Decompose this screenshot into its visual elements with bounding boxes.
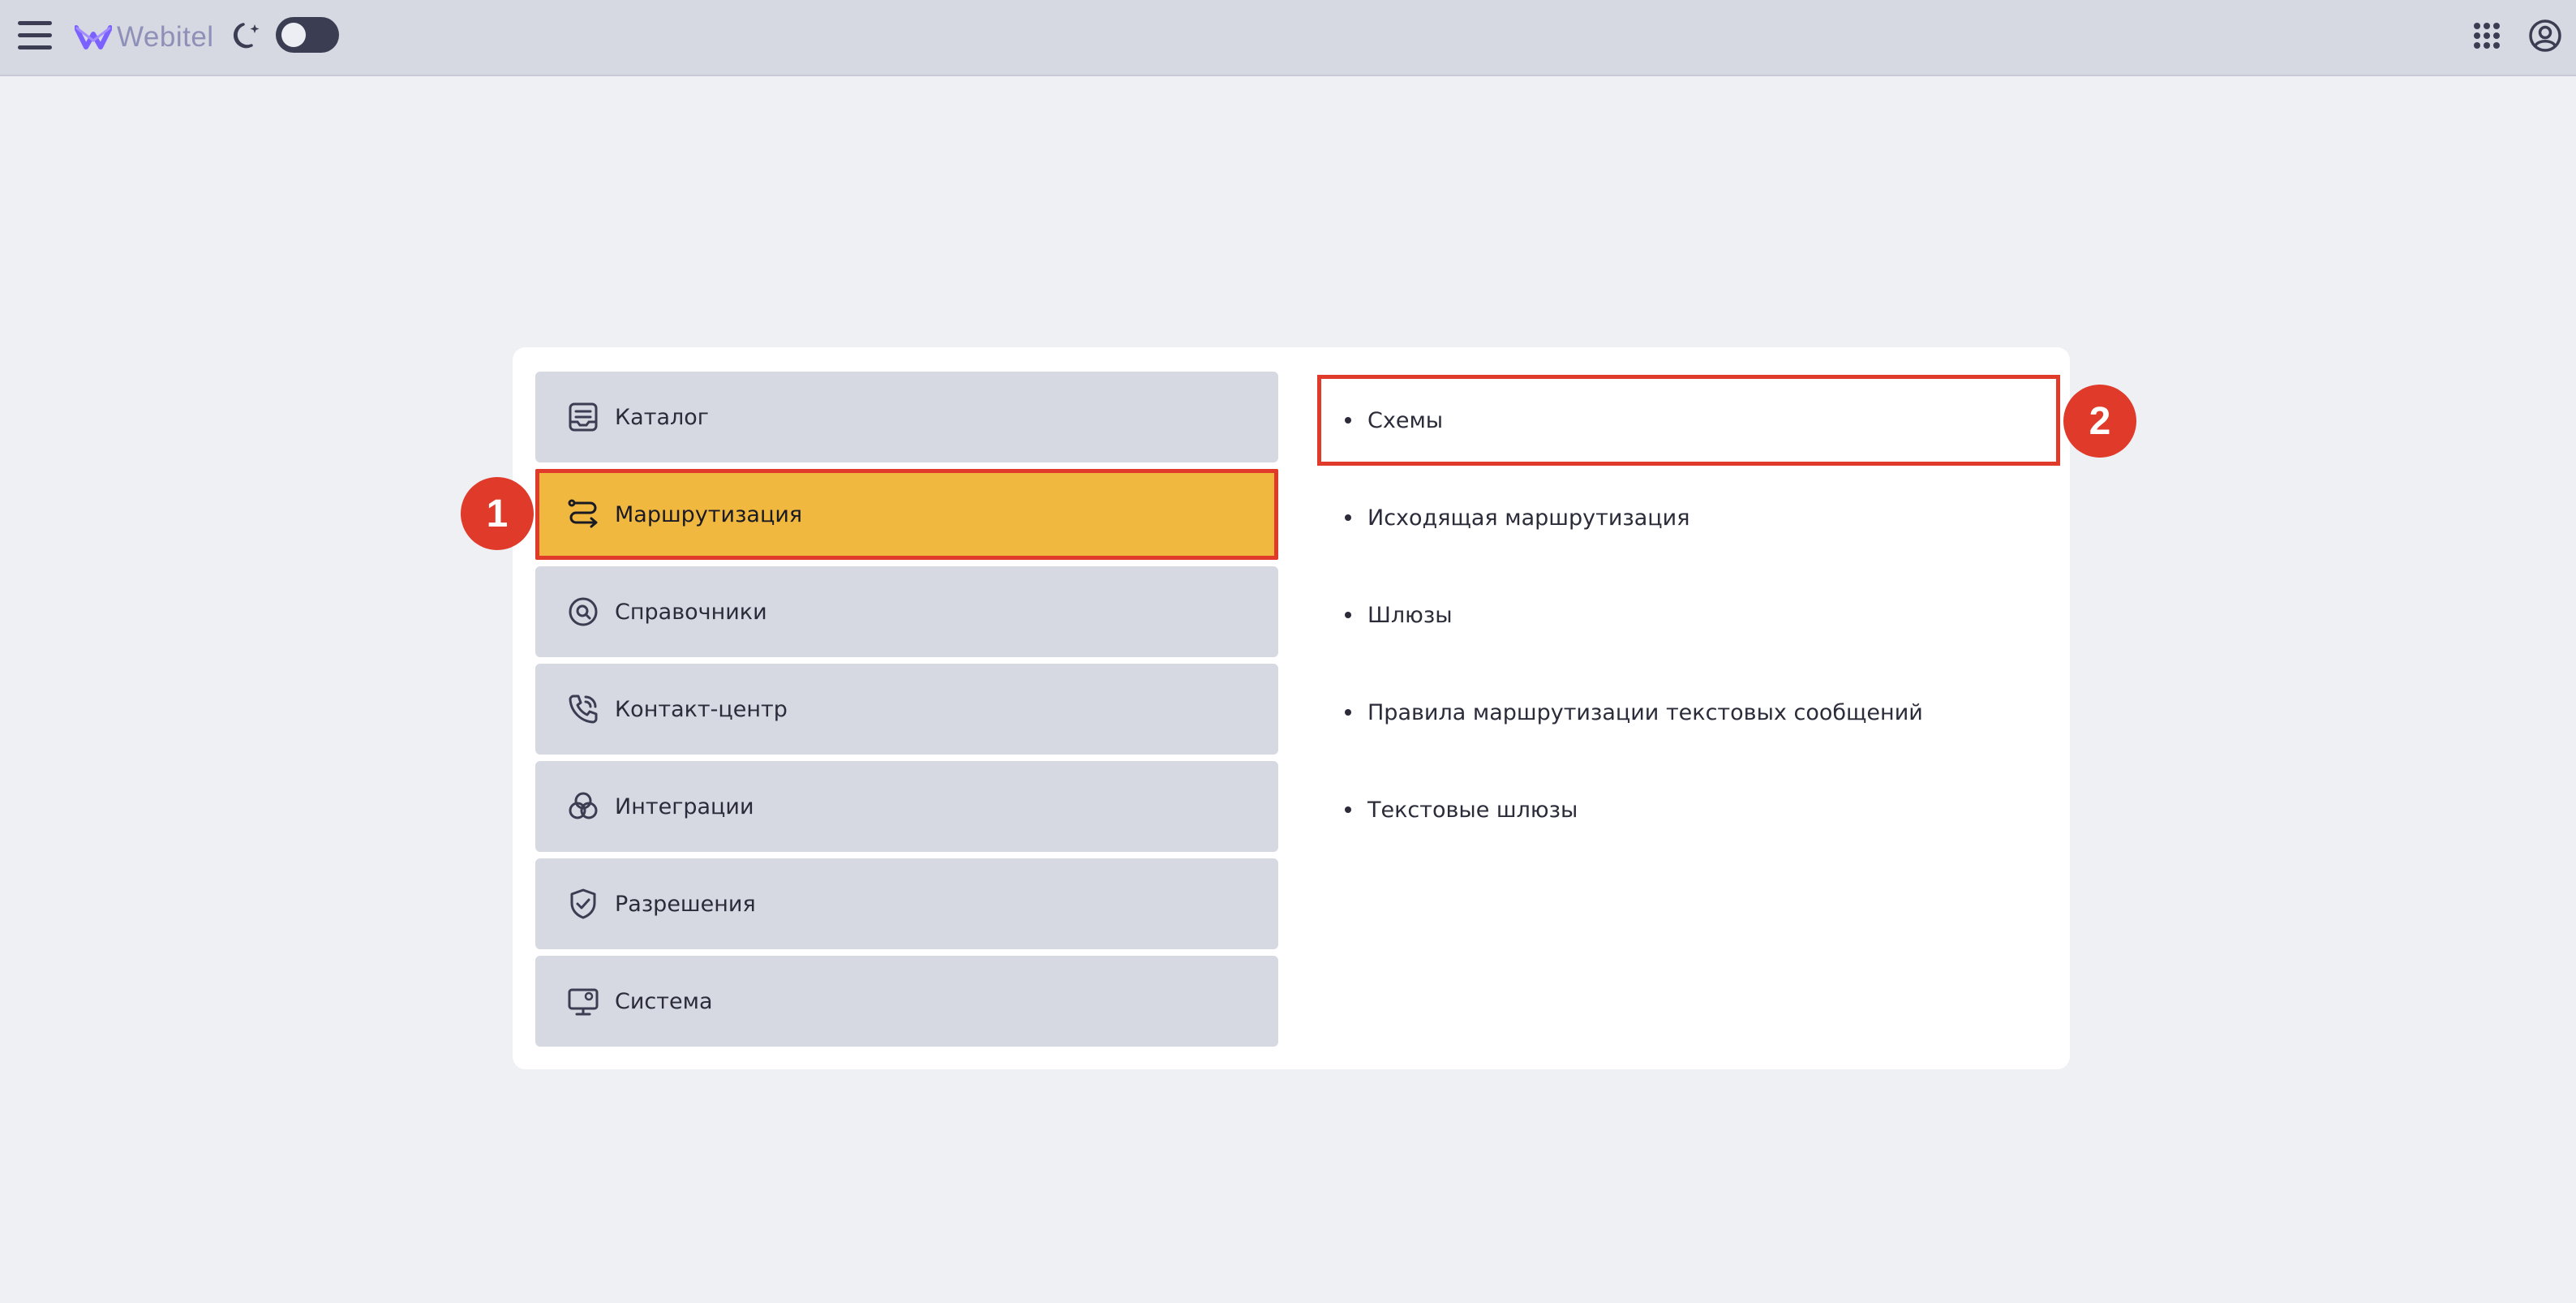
- submenu-item-chat-gateways[interactable]: Текстовые шлюзы: [1320, 764, 2050, 855]
- submenu-item-gateways[interactable]: Шлюзы: [1320, 570, 2050, 660]
- menu-item-label: Справочники: [615, 599, 767, 625]
- submenu-item-label: Исходящая маршрутизация: [1367, 505, 1690, 531]
- integrations-icon: [569, 792, 598, 819]
- theme-toggle-knob: [281, 23, 306, 47]
- apps-grid-icon[interactable]: [2474, 23, 2500, 49]
- submenu-item-label: Схемы: [1367, 407, 1444, 433]
- step-badge-2: 2: [2063, 385, 2136, 458]
- section-menu: Каталог Маршрутизация Справочники Контак…: [535, 372, 1278, 1053]
- menu-item-label: Разрешения: [615, 891, 756, 917]
- bullet: [1345, 417, 1351, 424]
- bullet: [1345, 612, 1351, 618]
- step-badge-1: 1: [461, 477, 534, 550]
- submenu-item-label: Шлюзы: [1367, 602, 1453, 628]
- navigation-card: Каталог Маршрутизация Справочники Контак…: [513, 347, 2070, 1069]
- phone-icon: [569, 695, 598, 724]
- bullet: [1345, 709, 1351, 716]
- monitor-icon: [568, 988, 599, 1016]
- menu-item-label: Маршрутизация: [615, 501, 803, 527]
- theme-toggle[interactable]: [276, 17, 339, 53]
- catalog-icon: [569, 402, 598, 432]
- submenu-item-label: Текстовые шлюзы: [1367, 797, 1578, 823]
- submenu-item-chat-routing-rules[interactable]: Правила маршрутизации текстовых сообщени…: [1320, 667, 2050, 758]
- logo[interactable]: Webitel: [75, 15, 214, 60]
- bullet: [1345, 806, 1351, 813]
- menu-item-permissions[interactable]: Разрешения: [535, 858, 1278, 949]
- menu-item-system[interactable]: Система: [535, 956, 1278, 1047]
- submenu-item-schemes[interactable]: Схемы: [1317, 375, 2060, 466]
- top-bar: Webitel: [0, 0, 2576, 76]
- menu-item-label: Контакт-центр: [615, 696, 788, 722]
- routing-submenu: Схемы Исходящая маршрутизация Шлюзы Прав…: [1317, 375, 2060, 862]
- submenu-item-label: Правила маршрутизации текстовых сообщени…: [1367, 699, 1923, 725]
- menu-item-integrations[interactable]: Интеграции: [535, 761, 1278, 852]
- logo-text: Webitel: [117, 21, 214, 53]
- menu-item-label: Интеграции: [615, 793, 754, 819]
- menu-item-directories[interactable]: Справочники: [535, 566, 1278, 657]
- menu-item-contact-center[interactable]: Контакт-центр: [535, 664, 1278, 755]
- menu-item-routing[interactable]: Маршрутизация: [535, 469, 1278, 560]
- webitel-logo-icon: [75, 25, 112, 49]
- menu-item-catalog[interactable]: Каталог: [535, 372, 1278, 462]
- directory-icon: [569, 597, 598, 626]
- hamburger-menu-icon[interactable]: [18, 21, 52, 52]
- bullet: [1345, 514, 1351, 521]
- moon-icon: [233, 23, 260, 49]
- shield-icon: [570, 888, 596, 919]
- routing-icon: [568, 499, 598, 528]
- menu-item-label: Каталог: [615, 404, 709, 430]
- account-icon[interactable]: [2527, 18, 2563, 54]
- menu-item-label: Система: [615, 988, 713, 1014]
- submenu-item-outbound-routing[interactable]: Исходящая маршрутизация: [1320, 472, 2050, 563]
